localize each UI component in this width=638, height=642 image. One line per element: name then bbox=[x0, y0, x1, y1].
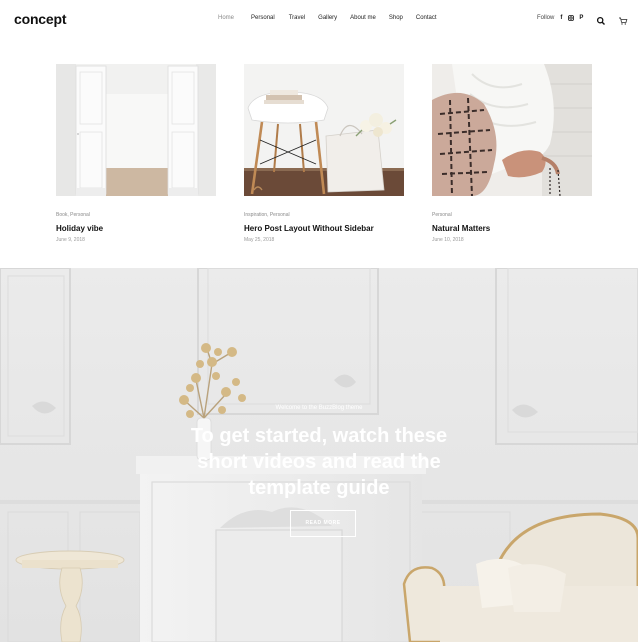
hero-title: To get started, watch these short videos… bbox=[0, 423, 638, 501]
post-thumbnail[interactable] bbox=[244, 64, 404, 196]
post-title[interactable]: Hero Post Layout Without Sidebar bbox=[244, 224, 404, 233]
post-title[interactable]: Holiday vibe bbox=[56, 224, 216, 233]
pinterest-icon[interactable]: P bbox=[578, 15, 584, 21]
nav-item-home[interactable]: Home bbox=[218, 15, 234, 21]
post-title[interactable]: Natural Matters bbox=[432, 224, 592, 233]
post-card: Inspiration, Personal Hero Post Layout W… bbox=[244, 64, 404, 243]
post-card: Book, Personal Holiday vibe June 9, 2018 bbox=[56, 64, 216, 243]
hero-kicker: Welcome to the BuzzBlog theme bbox=[275, 405, 363, 411]
read-more-button[interactable]: READ MORE bbox=[290, 510, 356, 537]
hero-title-line: short videos and read the bbox=[197, 451, 441, 473]
facebook-icon[interactable]: f bbox=[558, 15, 564, 21]
hero-banner: Welcome to the BuzzBlog theme To get sta… bbox=[0, 268, 638, 642]
hero-title-line: To get started, watch these bbox=[190, 425, 448, 447]
follow-label: Follow bbox=[537, 15, 555, 21]
nav-item-shop[interactable]: Shop bbox=[389, 15, 403, 21]
post-category[interactable]: Personal bbox=[432, 212, 592, 218]
search-icon[interactable] bbox=[596, 13, 606, 25]
post-category[interactable]: Inspiration, Personal bbox=[244, 212, 404, 218]
nav-item-gallery[interactable]: Gallery bbox=[318, 15, 337, 21]
instagram-icon[interactable] bbox=[568, 15, 575, 21]
site-logo[interactable]: concept bbox=[14, 11, 66, 27]
post-date: June 10, 2018 bbox=[432, 237, 464, 243]
nav-item-contact[interactable]: Contact bbox=[416, 15, 437, 21]
post-thumbnail[interactable] bbox=[432, 64, 592, 196]
cart-icon[interactable] bbox=[618, 13, 628, 25]
post-category[interactable]: Book, Personal bbox=[56, 212, 216, 218]
nav-item-personal[interactable]: Personal bbox=[251, 15, 275, 21]
nav-item-about-me[interactable]: About me bbox=[350, 15, 376, 21]
main-nav: Home Personal Travel Gallery About me Sh… bbox=[218, 15, 437, 21]
site-header: concept Home Personal Travel Gallery Abo… bbox=[0, 0, 638, 38]
post-date: June 9, 2018 bbox=[56, 237, 85, 243]
featured-posts: Book, Personal Holiday vibe June 9, 2018 bbox=[0, 38, 638, 268]
nav-item-travel[interactable]: Travel bbox=[289, 15, 305, 21]
post-card: Personal Natural Matters June 10, 2018 bbox=[432, 64, 592, 243]
social-follow: Follow f P bbox=[537, 15, 584, 21]
hero-title-line: template guide bbox=[248, 477, 390, 499]
post-date: May 25, 2018 bbox=[244, 237, 275, 243]
post-thumbnail[interactable] bbox=[56, 64, 216, 196]
